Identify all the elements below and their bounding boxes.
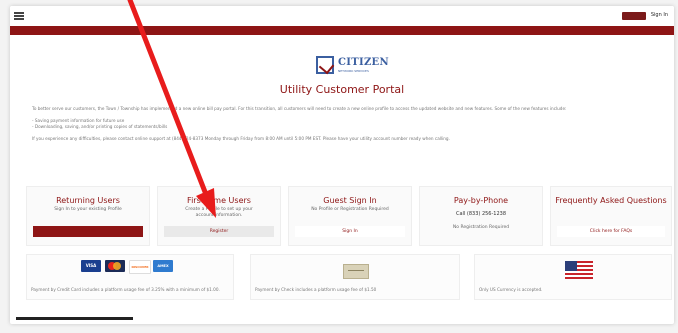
top-bar: Sign In [10, 6, 674, 28]
intro-text: To better serve our customers, the Town … [32, 106, 652, 148]
feature-item: - Downloading, saving, and/or printing c… [32, 124, 168, 129]
option-cards: Returning Users Sign In to your existing… [26, 186, 672, 246]
card-title: Pay-by-Phone [453, 196, 509, 205]
support-note: If you experience any difficulties, plea… [32, 136, 450, 141]
payment-info-row: VISA DISCOVER AMEX Payment by Credit Car… [26, 254, 672, 300]
top-action-button[interactable] [622, 12, 646, 20]
returning-signin-button[interactable]: Sign In [33, 226, 143, 237]
card-title: Returning Users [56, 196, 120, 205]
check-info: Payment by Check includes a platform usa… [250, 254, 460, 300]
intro-paragraph: To better serve our customers, the Town … [32, 106, 567, 111]
citizen-logo: CITIZEN NETWORK SERVICES [316, 54, 389, 78]
card-faq: Frequently Asked Questions Click here fo… [550, 186, 672, 246]
amex-icon: AMEX [153, 260, 173, 272]
logo-text: CITIZEN [338, 57, 389, 68]
guest-signin-button[interactable]: Sign In [295, 226, 405, 237]
header-signin-link[interactable]: Sign In [651, 12, 668, 18]
page-title: Utility Customer Portal [279, 83, 405, 96]
card-title: Frequently Asked Questions [555, 196, 667, 205]
logo-check-icon [316, 56, 334, 74]
phone-number[interactable]: Call (833) 256-1238 [420, 211, 542, 217]
card-title: First Time Users [187, 196, 251, 205]
feature-list: - Saving payment information for future … [32, 118, 652, 130]
card-desc: No Profile or Registration Required [311, 207, 389, 212]
card-guest-sign-in: Guest Sign In No Profile or Registration… [288, 186, 412, 246]
header-red-bar [10, 26, 674, 35]
us-flag-icon [565, 261, 593, 279]
discover-icon: DISCOVER [129, 260, 151, 274]
card-pay-by-phone: Pay-by-Phone Call (833) 256-1238 No Regi… [419, 186, 543, 246]
logo-subtext: NETWORK SERVICES [338, 69, 369, 73]
bottom-underline [16, 317, 133, 320]
menu-icon[interactable] [14, 12, 24, 20]
credit-card-info: VISA DISCOVER AMEX Payment by Credit Car… [26, 254, 234, 300]
card-returning-users: Returning Users Sign In to your existing… [26, 186, 150, 246]
card-note: No Registration Required [452, 225, 510, 230]
portal-page: Sign In CITIZEN NETWORK SERVICES Utility… [10, 6, 674, 324]
currency-info: Only US Currency is accepted. [474, 254, 672, 300]
visa-icon: VISA [81, 260, 101, 272]
card-desc: Sign In to your existing Profile [54, 207, 122, 212]
check-fee-text: Payment by Check includes a platform usa… [255, 287, 377, 292]
credit-card-fee-text: Payment by Credit Card includes a platfo… [31, 287, 220, 292]
register-button[interactable]: Register [164, 226, 274, 237]
card-first-time-users: First Time Users Create a Profile to set… [157, 186, 281, 246]
check-icon [343, 264, 369, 279]
currency-text: Only US Currency is accepted. [479, 287, 543, 292]
faq-button[interactable]: Click here for FAQs [557, 226, 665, 237]
card-title: Guest Sign In [323, 196, 377, 205]
card-desc: Create a Profile to set up your account … [185, 207, 253, 218]
mastercard-icon [105, 260, 125, 272]
